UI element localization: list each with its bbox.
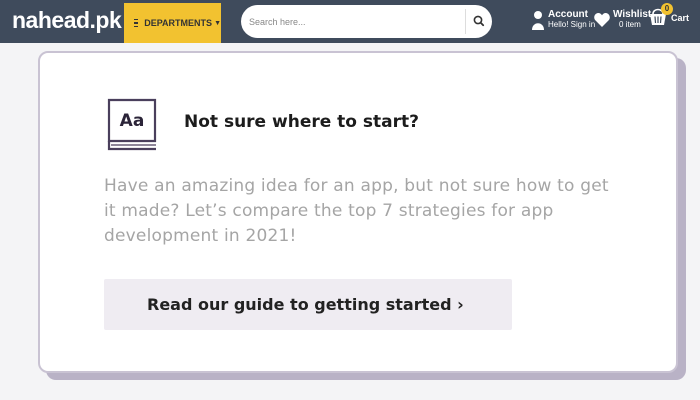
card-description: Have an amazing idea for an app, but not… [104, 176, 609, 246]
card-title: Not sure where to start? [184, 112, 419, 132]
logo-text-end: d.pk [75, 7, 122, 33]
user-icon [532, 10, 544, 30]
heart-icon [594, 13, 610, 27]
account-text: Account Hello! Sign in [548, 9, 595, 30]
read-guide-button[interactable]: Read our guide to getting started › [104, 279, 512, 330]
cart-count-badge: 0 [661, 3, 673, 15]
account-title: Account [548, 9, 588, 20]
departments-button[interactable]: DEPARTMENTS ▼ [124, 3, 221, 43]
site-logo[interactable]: nahead.pk [12, 7, 122, 34]
search-button[interactable] [469, 11, 489, 31]
search-bar [241, 5, 492, 38]
search-icon [473, 15, 485, 27]
cart-label: Cart [671, 13, 690, 23]
caret-down-icon: ▼ [214, 19, 221, 27]
wishlist-link[interactable]: Wishlist 0 item [594, 9, 651, 30]
wishlist-count: 0 item [619, 20, 641, 29]
cart-link[interactable]: 0 Cart [649, 3, 690, 26]
search-input[interactable] [249, 13, 464, 31]
account-subtitle: Hello! Sign in [548, 20, 596, 29]
logo-text-start: nahe [12, 7, 64, 33]
book-icon-label: Aa [120, 111, 145, 131]
logo-lock-letter: a [63, 7, 77, 33]
book-icon: Aa [107, 98, 157, 151]
hamburger-icon [134, 17, 139, 30]
wishlist-title: Wishlist [613, 9, 652, 20]
top-navbar: nahead.pk DEPARTMENTS ▼ Account Hello! S… [0, 0, 700, 43]
wishlist-text: Wishlist 0 item [613, 9, 651, 30]
departments-label: DEPARTMENTS [144, 18, 213, 28]
account-link[interactable]: Account Hello! Sign in [532, 9, 595, 30]
search-divider [465, 9, 466, 34]
info-card: Aa Not sure where to start? Have an amaz… [38, 51, 678, 373]
